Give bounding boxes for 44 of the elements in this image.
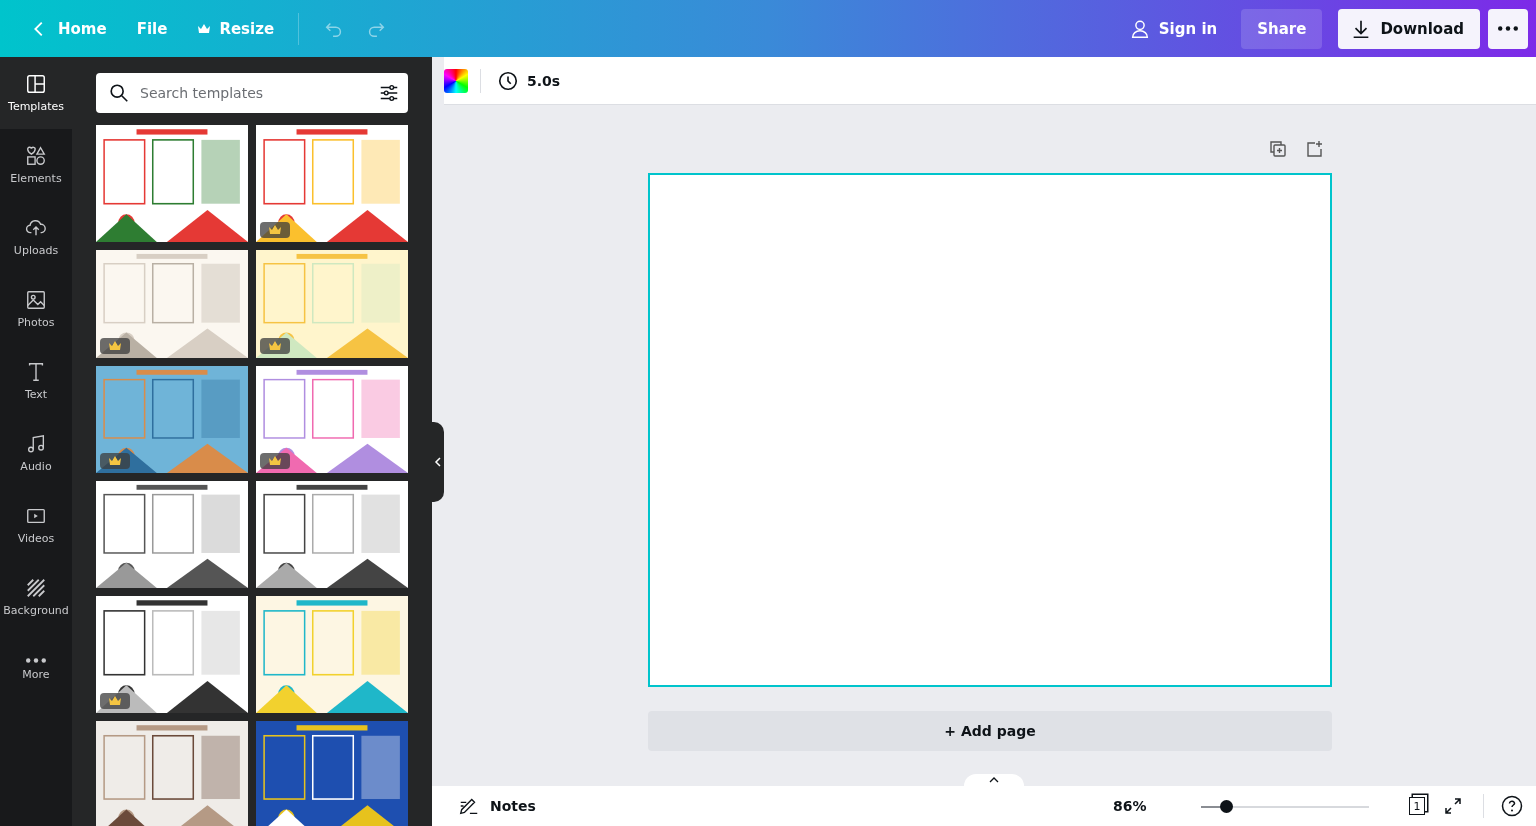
sign-in-button[interactable]: Sign in xyxy=(1118,8,1228,49)
crown-icon xyxy=(260,338,290,354)
add-page-button[interactable]: + Add page xyxy=(648,711,1332,751)
sidebar-item[interactable]: Elements xyxy=(0,129,72,201)
filter-icon[interactable] xyxy=(378,82,400,104)
zoom-percentage: 86% xyxy=(1113,798,1148,814)
page-count-button[interactable]: 1 xyxy=(1409,797,1425,815)
audio-icon xyxy=(25,433,47,455)
crown-icon xyxy=(260,453,290,469)
photos-icon xyxy=(25,289,47,311)
sidebar-item[interactable]: More xyxy=(0,633,72,705)
download-button[interactable]: Download xyxy=(1338,8,1480,49)
duration-button[interactable]: 5.0s xyxy=(493,65,565,96)
notes-button[interactable]: Notes xyxy=(458,795,536,817)
more-icon xyxy=(26,657,46,663)
sidebar-item[interactable]: Audio xyxy=(0,417,72,489)
chevron-left-icon xyxy=(434,457,442,467)
crown-icon xyxy=(100,453,130,469)
templates-icon xyxy=(25,73,47,95)
search-field[interactable]: Search templates xyxy=(96,73,408,113)
slider-thumb[interactable] xyxy=(1220,799,1234,813)
sidebar-item[interactable]: Templates xyxy=(0,57,72,129)
crown-icon xyxy=(100,338,130,354)
duplicate-page-button[interactable] xyxy=(1268,139,1288,159)
sidebar-item[interactable]: Text xyxy=(0,345,72,417)
crown-icon xyxy=(260,222,290,238)
sidebar-item[interactable]: Photos xyxy=(0,273,72,345)
share-button[interactable]: Share xyxy=(1241,8,1323,49)
help-button[interactable] xyxy=(1500,794,1524,818)
sidebar-item[interactable]: Uploads xyxy=(0,201,72,273)
more-icon xyxy=(1498,26,1518,31)
show-pages-button[interactable] xyxy=(964,774,1024,786)
sidebar-item[interactable]: Background xyxy=(0,561,72,633)
search-icon xyxy=(108,82,130,104)
color-swatch[interactable] xyxy=(444,68,468,93)
elements-icon xyxy=(25,145,47,167)
crown-icon xyxy=(100,693,130,709)
chevron-up-icon xyxy=(989,777,999,783)
add-page-icon-button[interactable] xyxy=(1304,139,1324,159)
more-button[interactable] xyxy=(1488,8,1528,49)
collapse-panel-button[interactable] xyxy=(432,422,444,502)
background-icon xyxy=(25,577,47,599)
sidebar-item[interactable]: Videos xyxy=(0,489,72,561)
clock-icon xyxy=(497,69,519,92)
